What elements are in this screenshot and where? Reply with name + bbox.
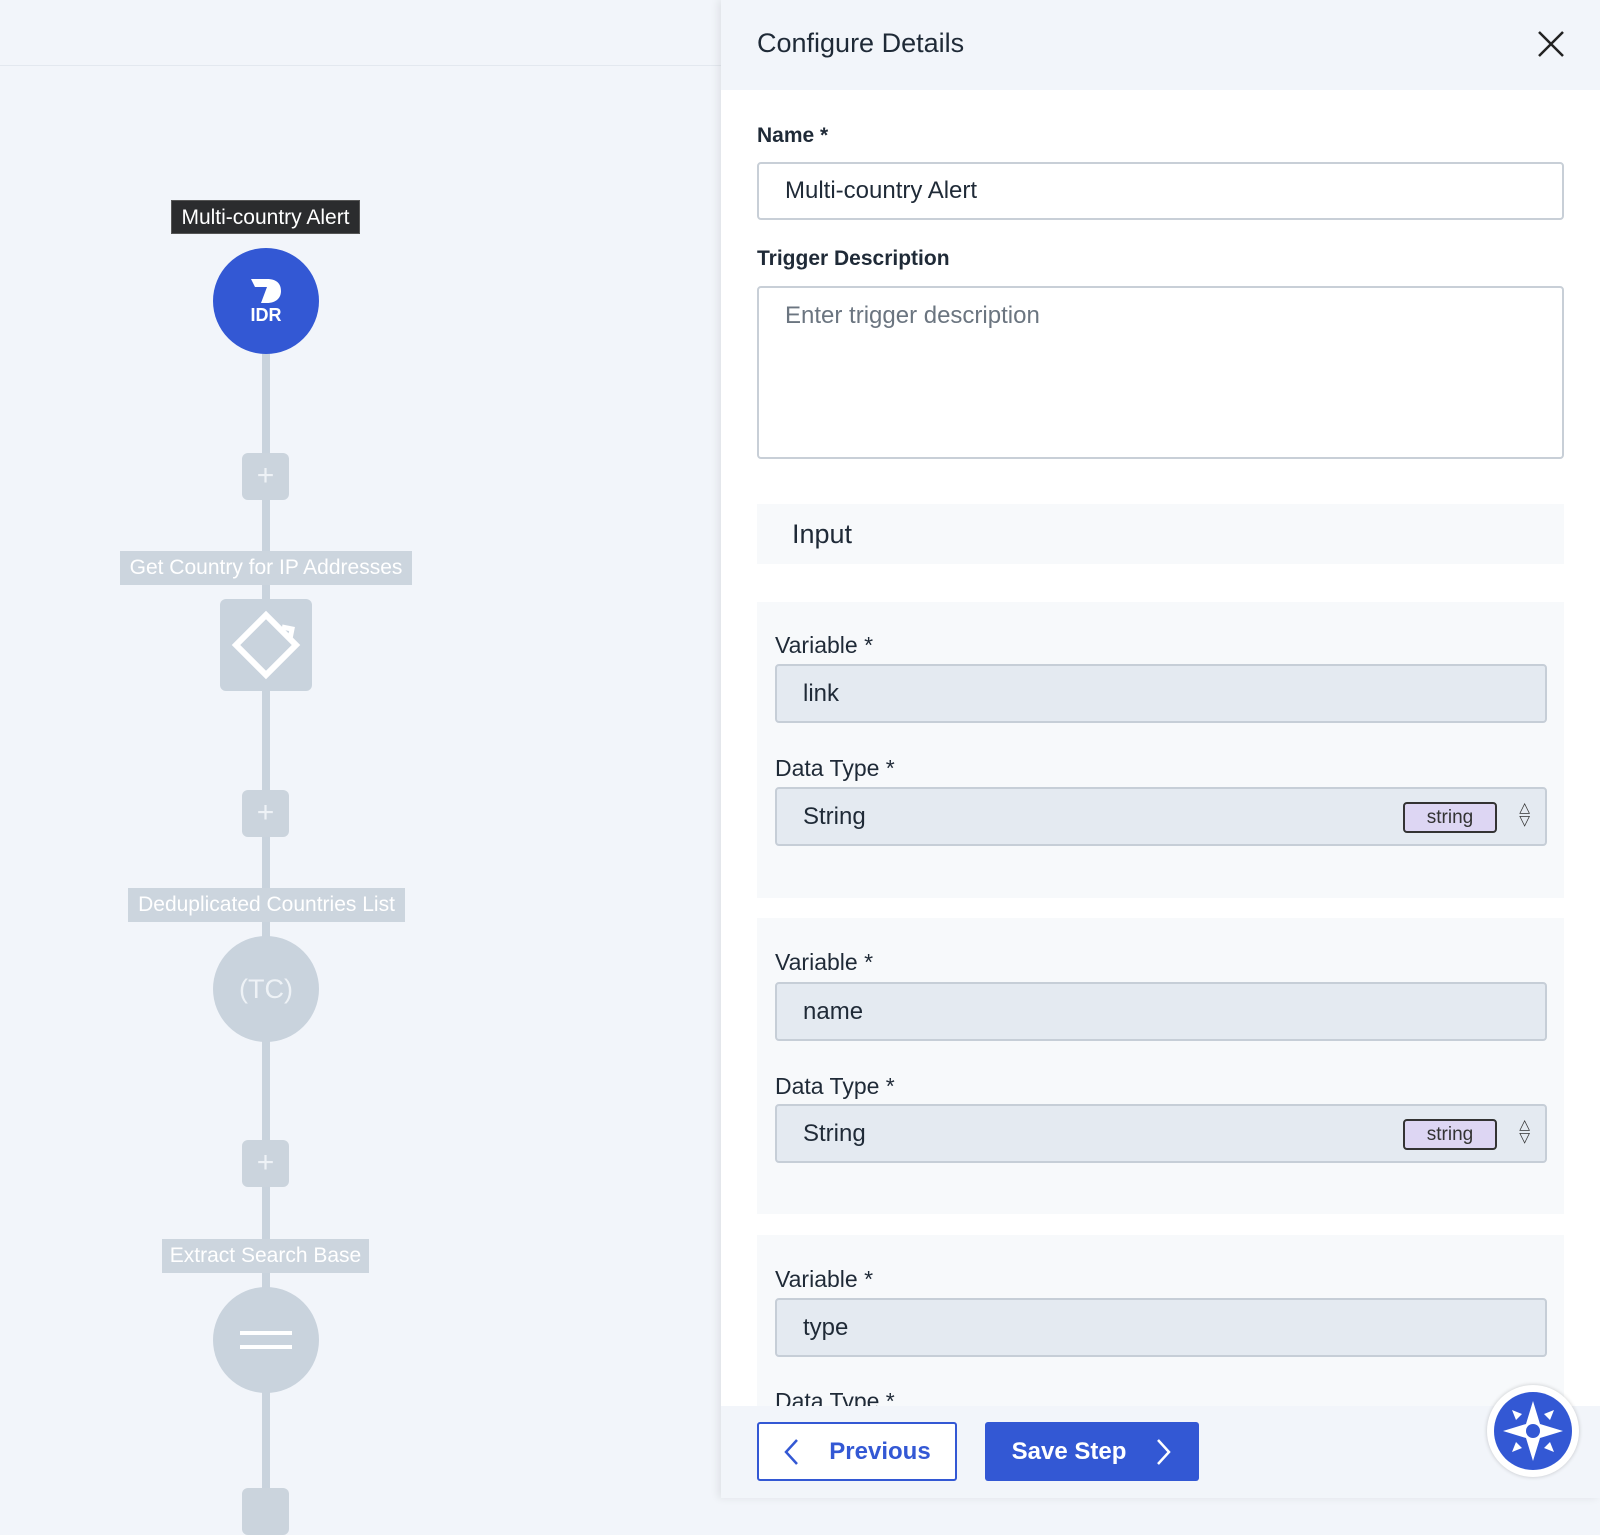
compass-icon	[1494, 1392, 1572, 1470]
add-step-button[interactable]: +	[242, 453, 289, 500]
help-compass-button[interactable]	[1487, 1385, 1579, 1477]
save-step-label: Save Step	[1011, 1437, 1127, 1465]
select-arrows-icon: △ ▽	[1519, 799, 1530, 828]
step-node[interactable]	[220, 599, 312, 691]
chevron-left-icon	[784, 1438, 799, 1465]
data-type-select[interactable]: String string △ ▽	[775, 787, 1547, 846]
save-step-button[interactable]: Save Step	[985, 1422, 1199, 1481]
data-type-value: String	[803, 1120, 866, 1147]
previous-button[interactable]: Previous	[757, 1422, 957, 1481]
data-type-label: Data Type *	[775, 755, 895, 781]
type-badge: string	[1403, 1119, 1497, 1150]
step-label: Extract Search Base	[162, 1239, 369, 1273]
name-input[interactable]: Multi-country Alert	[757, 162, 1564, 220]
variable-input[interactable]: link	[775, 664, 1547, 723]
step-label: Get Country for IP Addresses	[120, 551, 412, 585]
add-step-button[interactable]: +	[242, 790, 289, 837]
configure-panel: Configure Details Name * Multi-country A…	[721, 0, 1600, 1498]
rapid7-logo-icon	[251, 278, 281, 303]
description-label: Trigger Description	[757, 247, 950, 270]
trigger-node-text: IDR	[250, 304, 282, 325]
variable-input[interactable]: name	[775, 982, 1547, 1041]
step-node[interactable]: (TC)	[213, 936, 319, 1042]
name-label: Name *	[757, 124, 829, 147]
description-textarea[interactable]: Enter trigger description	[757, 286, 1564, 459]
select-arrows-icon: △ ▽	[1519, 1116, 1530, 1145]
diamond-arrow-icon	[231, 610, 301, 680]
variable-label: Variable *	[775, 1266, 874, 1292]
variable-label: Variable *	[775, 949, 874, 975]
add-step-button[interactable]: +	[242, 1140, 289, 1187]
input-card	[757, 918, 1564, 1214]
trigger-node[interactable]: IDR	[213, 248, 319, 354]
canvas-divider	[0, 65, 721, 66]
panel-title: Configure Details	[757, 28, 965, 58]
data-type-select[interactable]: String string △ ▽	[775, 1104, 1547, 1163]
chevron-right-icon	[1157, 1438, 1172, 1465]
variable-label: Variable *	[775, 632, 874, 658]
previous-label: Previous	[829, 1437, 931, 1465]
add-step-button[interactable]	[242, 1488, 289, 1535]
close-icon[interactable]	[1533, 26, 1569, 62]
variable-input[interactable]: type	[775, 1298, 1547, 1357]
data-type-label: Data Type *	[775, 1073, 895, 1099]
step-node[interactable]	[213, 1287, 319, 1393]
step-label: Deduplicated Countries List	[128, 888, 405, 922]
input-card	[757, 602, 1564, 898]
equals-icon	[240, 1331, 292, 1349]
data-type-value: String	[803, 803, 866, 830]
trigger-label: Multi-country Alert	[171, 200, 360, 234]
input-section-header: Input	[757, 504, 1564, 564]
type-badge: string	[1403, 802, 1497, 833]
